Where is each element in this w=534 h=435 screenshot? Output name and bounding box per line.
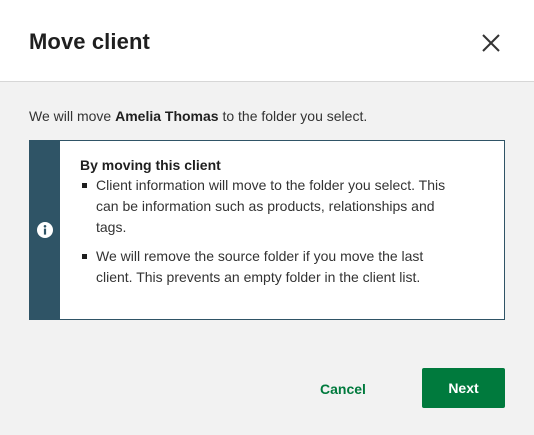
intro-text: We will move Amelia Thomas to the folder… — [29, 108, 367, 124]
intro-suffix: to the folder you select. — [218, 108, 368, 124]
bullet-icon — [82, 254, 87, 259]
cancel-button[interactable]: Cancel — [305, 369, 381, 408]
notice-list-item: Client information will move to the fold… — [80, 175, 455, 238]
close-button[interactable] — [478, 30, 504, 56]
notice-body: By moving this client Client information… — [80, 156, 455, 288]
client-name: Amelia Thomas — [115, 108, 219, 124]
dialog-title: Move client — [29, 29, 150, 54]
notice-side-bar — [30, 141, 60, 319]
intro-prefix: We will move — [29, 108, 116, 124]
notice-list-item: We will remove the source folder if you … — [80, 246, 455, 288]
notice-heading: By moving this client — [80, 157, 221, 173]
info-icon — [37, 222, 53, 238]
info-notice: By moving this client Client information… — [29, 140, 505, 320]
bullet-icon — [82, 183, 87, 188]
move-client-dialog: Move client We will move Amelia Thomas t… — [0, 0, 534, 435]
notice-list: Client information will move to the fold… — [80, 175, 455, 288]
dialog-header: Move client — [0, 0, 534, 82]
notice-item-text: Client information will move to the fold… — [96, 177, 446, 235]
notice-item-text: We will remove the source folder if you … — [96, 248, 424, 285]
close-icon — [482, 34, 500, 52]
next-button[interactable]: Next — [422, 368, 505, 408]
